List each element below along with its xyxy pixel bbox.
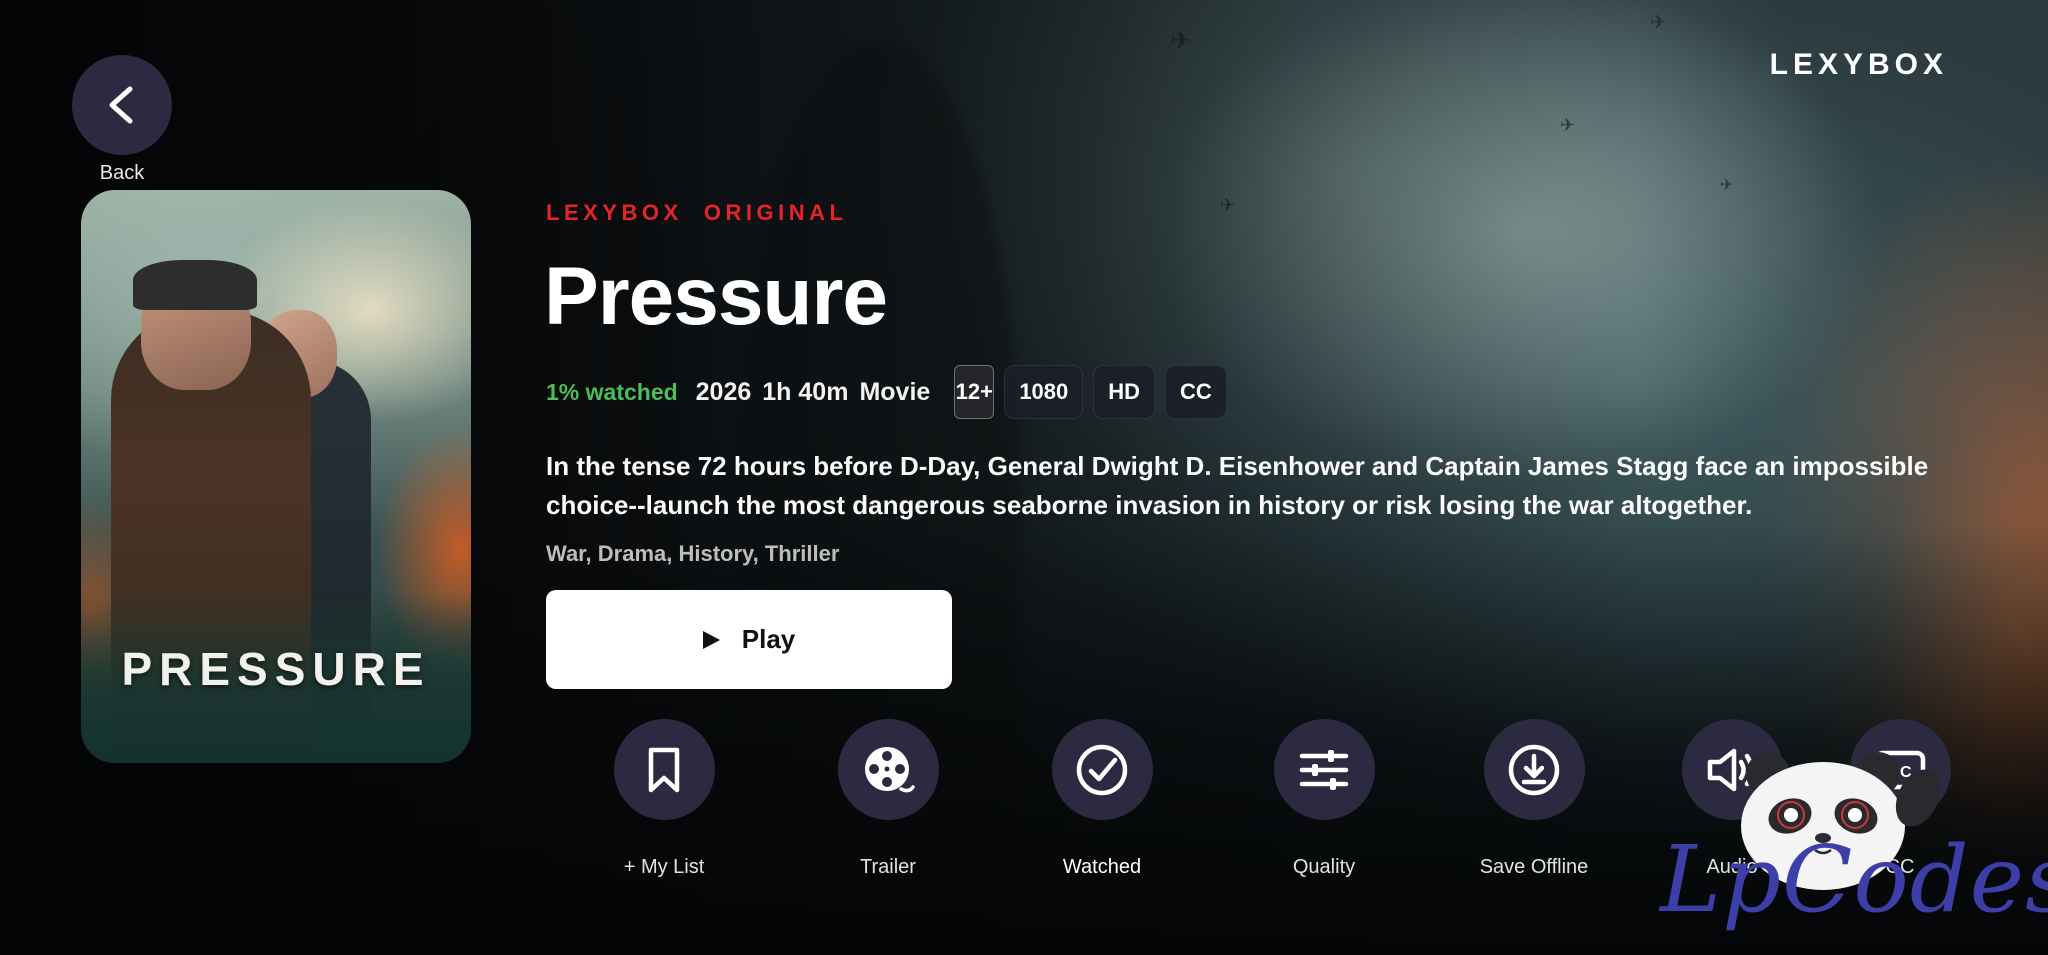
trailer-label: Trailer [860, 856, 916, 878]
play-icon [702, 630, 720, 649]
age-rating-badge: 12+ [954, 365, 995, 419]
save-offline-circle[interactable] [1483, 719, 1585, 820]
content-type: Movie [859, 377, 931, 406]
watermark-text: LpCodes [1660, 826, 2048, 933]
quality-circle[interactable] [1273, 719, 1375, 820]
movie-title: Pressure [544, 251, 888, 342]
watched-label: Watched [1062, 856, 1142, 878]
brand-logo: LEXYBOX [1769, 48, 1948, 81]
back-label: Back [99, 162, 145, 184]
subtitles-icon: CC [1874, 750, 1926, 789]
save-offline-button[interactable]: Save Offline [1454, 719, 1614, 879]
movie-poster: PRESSURE [81, 190, 471, 763]
trailer-button[interactable]: Trailer [808, 719, 968, 879]
watched-circle[interactable] [1051, 719, 1153, 820]
audio-circle[interactable] [1681, 719, 1783, 820]
play-label: Play [741, 624, 796, 654]
quality-button[interactable]: Quality [1244, 719, 1404, 879]
genre-list: War, Drama, History, Thriller [546, 541, 840, 566]
release-year: 2026 [695, 377, 752, 406]
bookmark-icon [648, 747, 680, 792]
quality-label: Quality [1292, 856, 1356, 878]
my-list-circle[interactable] [613, 719, 715, 820]
cc-badge: CC [1165, 365, 1227, 419]
watched-button[interactable]: Watched [1022, 719, 1182, 879]
sliders-icon [1299, 749, 1349, 790]
my-list-label: + My List [623, 856, 705, 878]
svg-text:CC: CC [1888, 764, 1912, 781]
play-button[interactable]: Play [546, 590, 952, 689]
download-icon [1508, 744, 1560, 795]
progress-text: 1% watched [546, 378, 678, 405]
hd-badge: HD [1093, 365, 1156, 419]
original-tag: LEXYBOX ORIGINAL [546, 200, 848, 225]
my-list-button[interactable]: + My List [584, 719, 744, 879]
poster-figure [133, 260, 257, 310]
duration: 1h 40m [762, 377, 849, 406]
trailer-circle[interactable] [837, 719, 939, 820]
save-offline-label: Save Offline [1479, 856, 1589, 878]
poster-title: PRESSURE [121, 643, 431, 695]
speaker-icon [1707, 748, 1754, 791]
back-button[interactable] [72, 55, 172, 155]
movie-description: In the tense 72 hours before D-Day, Gene… [546, 451, 1929, 520]
chevron-left-icon [109, 86, 133, 124]
film-reel-icon [865, 746, 915, 792]
check-circle-icon [1076, 744, 1128, 795]
resolution-badge: 1080 [1004, 365, 1084, 419]
meta-row: 1% watched 2026 1h 40m Movie 12+ 1080 HD… [546, 365, 1237, 419]
cc-circle[interactable]: CC [1849, 719, 1951, 820]
